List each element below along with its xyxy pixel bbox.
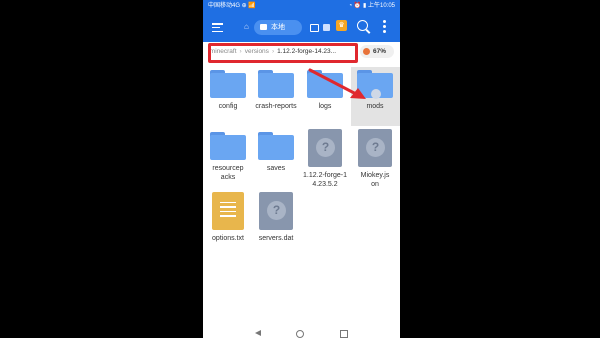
more-options-icon[interactable] xyxy=(383,20,386,36)
search-icon[interactable] xyxy=(357,20,368,31)
file-item-resourcepacks[interactable]: resourcepacks xyxy=(204,132,252,182)
file-item-crash-reports[interactable]: crash-reports xyxy=(252,70,300,111)
window-tab-icon[interactable] xyxy=(310,24,319,32)
storage-percent: 67% xyxy=(373,48,387,55)
file-name: options.txt xyxy=(212,235,244,242)
text-file-icon xyxy=(212,192,244,230)
status-left: 中国移动4G ⊕ 📶 xyxy=(208,3,256,9)
pointer-arrow-annotation xyxy=(308,68,366,99)
touch-indicator xyxy=(371,89,381,99)
folder-icon xyxy=(210,70,246,98)
menu-icon[interactable] xyxy=(212,23,223,33)
file-name: Miokey.json xyxy=(360,172,390,188)
file-name: 1.12.2-forge-14.23.5.2 xyxy=(303,172,347,188)
folder-icon xyxy=(258,132,294,160)
file-item-servers-dat[interactable]: ? servers.dat xyxy=(252,192,300,243)
file-item-forge-version[interactable]: ? 1.12.2-forge-14.23.5.2 xyxy=(301,129,349,189)
crown-icon[interactable]: ♛ xyxy=(336,20,347,31)
home-icon[interactable]: ⌂ xyxy=(244,22,249,31)
storage-dot-icon xyxy=(363,48,370,55)
unknown-file-icon: ? xyxy=(358,129,392,167)
breadcrumb-highlight-box xyxy=(208,43,358,63)
folder-icon xyxy=(258,70,294,98)
file-name: resourcepacks xyxy=(212,165,244,181)
file-item-miokey-json[interactable]: ? Miokey.json xyxy=(351,129,399,189)
status-bar: 中国移动4G ⊕ 📶 ◔ ⏰ ▮ 上午10:05 xyxy=(203,0,400,13)
unknown-file-icon: ? xyxy=(308,129,342,167)
back-icon[interactable] xyxy=(255,330,261,336)
file-name: config xyxy=(218,103,238,110)
file-name: saves xyxy=(266,165,286,172)
system-nav-bar xyxy=(203,327,400,338)
file-item-config[interactable]: config xyxy=(204,70,252,111)
tab-local[interactable]: 本地 xyxy=(254,20,302,35)
folder-icon xyxy=(210,132,246,160)
window-icon xyxy=(260,24,267,30)
home-nav-icon[interactable] xyxy=(296,330,304,338)
tab-icon[interactable] xyxy=(323,24,330,31)
file-name: crash-reports xyxy=(255,103,297,110)
unknown-file-icon: ? xyxy=(259,192,293,230)
top-toolbar: ⌂ 本地 ♛ xyxy=(203,13,400,42)
file-item-saves[interactable]: saves xyxy=(252,132,300,173)
tab-local-label: 本地 xyxy=(271,24,285,31)
recent-apps-icon[interactable] xyxy=(340,330,348,338)
status-right: ◔ ⏰ ▮ 上午10:05 xyxy=(348,3,395,9)
file-item-options-txt[interactable]: options.txt xyxy=(204,192,252,243)
storage-indicator[interactable]: 67% xyxy=(360,45,394,58)
file-name: servers.dat xyxy=(258,235,294,242)
